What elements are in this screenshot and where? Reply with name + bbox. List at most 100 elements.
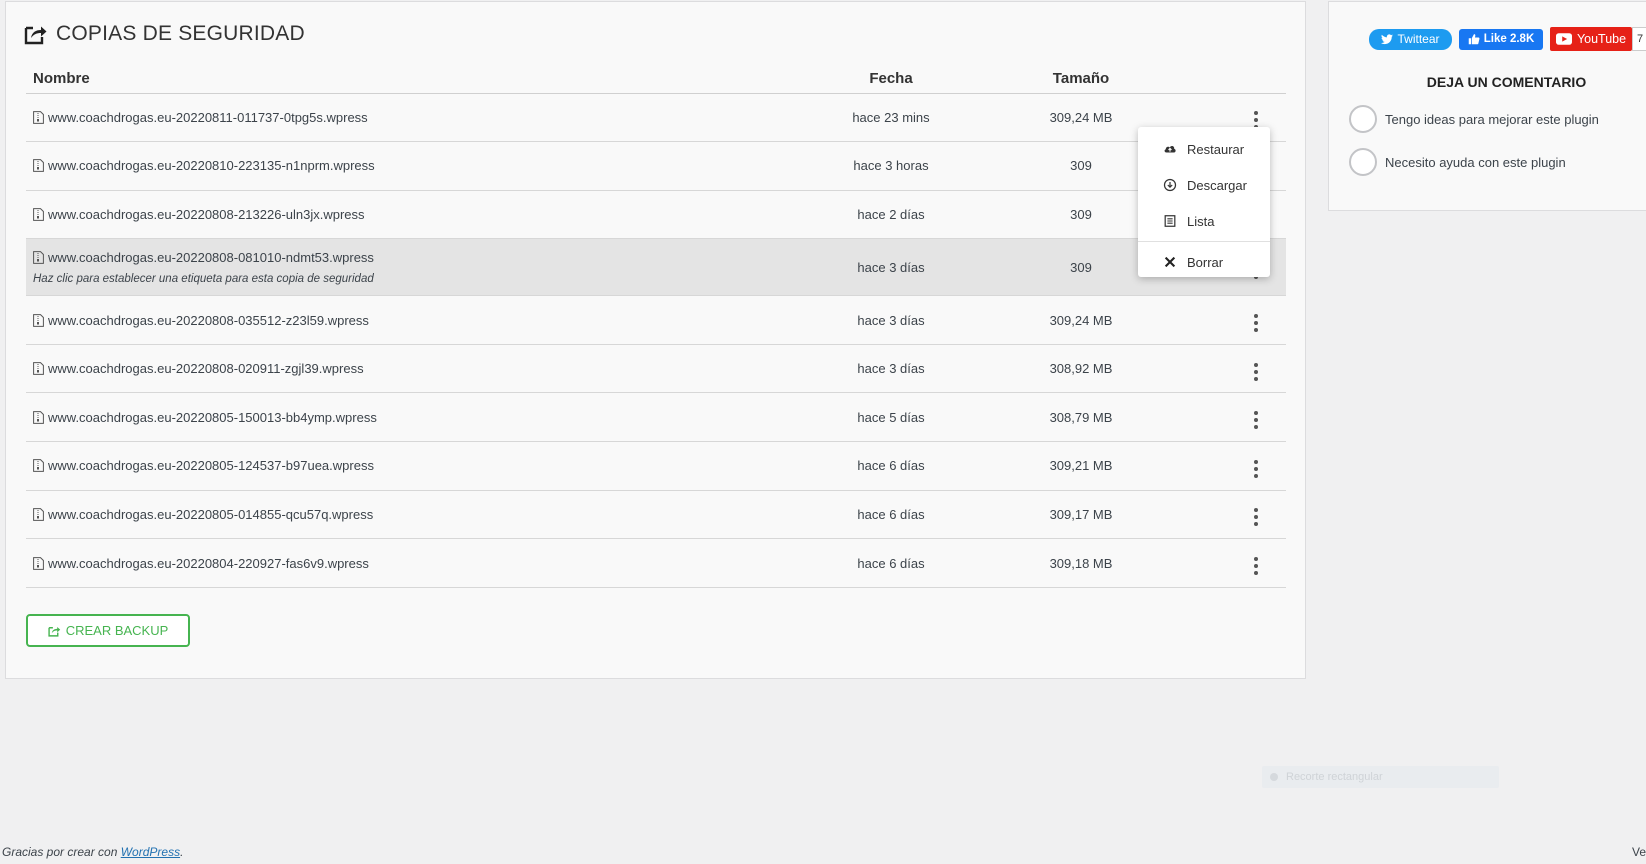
- cell-date: hace 3 horas: [796, 141, 986, 191]
- cell-date: hace 6 días: [796, 538, 986, 588]
- table-row: www.coachdrogas.eu-20220805-014855-qcu57…: [26, 490, 1286, 540]
- facebook-like-button[interactable]: Like 2.8K: [1459, 28, 1543, 50]
- menu-item-restore[interactable]: Restaurar: [1138, 131, 1270, 167]
- column-header-date: Fecha: [796, 64, 986, 94]
- export-icon: [24, 26, 47, 45]
- cell-size: 309,24 MB: [986, 295, 1176, 345]
- cell-date: hace 2 días: [796, 190, 986, 240]
- radio-circle-icon[interactable]: [1349, 148, 1377, 176]
- cell-actions: [1176, 392, 1286, 443]
- table-header: Nombre Fecha Tamaño: [26, 64, 1286, 94]
- overlay-label: Recorte rectangular: [1286, 771, 1383, 783]
- table-row: www.coachdrogas.eu-20220808-035512-z23l5…: [26, 295, 1286, 345]
- cell-actions: [1176, 490, 1286, 540]
- youtube-label: YouTube: [1576, 32, 1627, 46]
- thumbs-up-icon: [1468, 34, 1480, 45]
- backup-filename[interactable]: www.coachdrogas.eu-20220804-220927-fas6v…: [48, 556, 369, 571]
- filename-wrap: www.coachdrogas.eu-20220808-020911-zgjl3…: [33, 361, 789, 376]
- backups-panel: COPIAS DE SEGURIDAD Nombre Fecha Tamaño …: [5, 1, 1306, 679]
- social-buttons: Twittear Like 2.8K YouTube 7: [1369, 27, 1646, 51]
- file-archive-icon: [33, 556, 44, 570]
- footer-suffix: .: [180, 845, 184, 859]
- feedback-option-help[interactable]: Necesito ayuda con este plugin: [1349, 148, 1566, 176]
- backups-table: Nombre Fecha Tamaño www.coachdrogas.eu-2…: [26, 64, 1286, 588]
- more-options-icon[interactable]: [1246, 506, 1266, 528]
- more-options-icon[interactable]: [1246, 409, 1266, 431]
- record-dot-icon: [1270, 773, 1278, 781]
- table-row: www.coachdrogas.eu-20220804-220927-fas6v…: [26, 538, 1286, 588]
- cell-filename: www.coachdrogas.eu-20220808-020911-zgjl3…: [26, 344, 796, 394]
- backup-filename[interactable]: www.coachdrogas.eu-20220808-035512-z23l5…: [48, 313, 369, 328]
- backup-filename[interactable]: www.coachdrogas.eu-20220805-014855-qcu57…: [48, 507, 373, 522]
- twitter-label: Twittear: [1397, 32, 1440, 46]
- menu-item-download[interactable]: Descargar: [1138, 167, 1270, 203]
- backup-filename[interactable]: www.coachdrogas.eu-20220811-011737-0tpg5…: [48, 110, 368, 125]
- filename-wrap: www.coachdrogas.eu-20220810-223135-n1npr…: [33, 158, 789, 173]
- create-backup-button[interactable]: CREAR BACKUP: [26, 614, 190, 647]
- cell-filename: www.coachdrogas.eu-20220808-081010-ndmt5…: [26, 238, 796, 297]
- cell-date: hace 3 días: [796, 344, 986, 394]
- cell-date: hace 5 días: [796, 392, 986, 443]
- menu-item-list[interactable]: Lista: [1138, 203, 1270, 239]
- footer-text: Gracias por crear con: [2, 845, 121, 859]
- cell-size: 308,92 MB: [986, 344, 1176, 394]
- table-row: www.coachdrogas.eu-20220805-150013-bb4ym…: [26, 392, 1286, 443]
- filename-wrap: www.coachdrogas.eu-20220808-081010-ndmt5…: [33, 250, 789, 265]
- cell-date: hace 6 días: [796, 441, 986, 491]
- filename-wrap: www.coachdrogas.eu-20220805-014855-qcu57…: [33, 507, 789, 522]
- close-icon: [1164, 256, 1176, 268]
- cell-filename: www.coachdrogas.eu-20220805-124537-b97ue…: [26, 441, 796, 491]
- more-options-icon[interactable]: [1246, 361, 1266, 383]
- feedback-option-label: Tengo ideas para mejorar este plugin: [1385, 111, 1599, 127]
- cell-actions: [1176, 295, 1286, 345]
- backup-filename[interactable]: www.coachdrogas.eu-20220805-150013-bb4ym…: [48, 410, 377, 425]
- cell-size: 308,79 MB: [986, 392, 1176, 443]
- filename-wrap: www.coachdrogas.eu-20220808-213226-uln3j…: [33, 207, 789, 222]
- cell-date: hace 3 días: [796, 295, 986, 345]
- filename-wrap: www.coachdrogas.eu-20220805-124537-b97ue…: [33, 458, 789, 473]
- more-options-icon[interactable]: [1246, 312, 1266, 334]
- filename-wrap: www.coachdrogas.eu-20220804-220927-fas6v…: [33, 556, 789, 571]
- menu-item-label: Borrar: [1187, 254, 1224, 270]
- file-archive-icon: [33, 410, 44, 424]
- backup-filename[interactable]: www.coachdrogas.eu-20220808-020911-zgjl3…: [48, 361, 364, 376]
- cell-date: hace 6 días: [796, 490, 986, 540]
- comment-title: DEJA UN COMENTARIO: [1426, 74, 1587, 90]
- backup-filename[interactable]: www.coachdrogas.eu-20220810-223135-n1npr…: [48, 158, 375, 173]
- backup-filename[interactable]: www.coachdrogas.eu-20220805-124537-b97ue…: [48, 458, 374, 473]
- column-header-name: Nombre: [26, 64, 796, 94]
- twitter-button[interactable]: Twittear: [1369, 28, 1452, 50]
- cell-filename: www.coachdrogas.eu-20220805-150013-bb4ym…: [26, 392, 796, 443]
- file-archive-icon: [33, 313, 44, 327]
- cell-size: 309,18 MB: [986, 538, 1176, 588]
- backup-filename[interactable]: www.coachdrogas.eu-20220808-213226-uln3j…: [48, 207, 365, 222]
- cell-filename: www.coachdrogas.eu-20220804-220927-fas6v…: [26, 538, 796, 588]
- cell-size: 309,17 MB: [986, 490, 1176, 540]
- facebook-label: Like 2.8K: [1483, 33, 1535, 45]
- feedback-option-label: Necesito ayuda con este plugin: [1385, 154, 1566, 170]
- feedback-option-ideas[interactable]: Tengo ideas para mejorar este plugin: [1349, 105, 1599, 133]
- file-archive-icon: [33, 250, 44, 264]
- more-options-icon[interactable]: [1246, 458, 1266, 480]
- filename-wrap: www.coachdrogas.eu-20220808-035512-z23l5…: [33, 313, 789, 328]
- youtube-subscribe-button[interactable]: YouTube: [1550, 27, 1632, 51]
- set-label-hint[interactable]: Haz clic para establecer una etiqueta pa…: [33, 273, 789, 285]
- radio-circle-icon[interactable]: [1349, 105, 1377, 133]
- file-archive-icon: [33, 159, 44, 173]
- cell-filename: www.coachdrogas.eu-20220808-035512-z23l5…: [26, 295, 796, 345]
- table-row: www.coachdrogas.eu-20220810-223135-n1npr…: [26, 141, 1286, 191]
- cell-actions: [1176, 441, 1286, 491]
- wordpress-link[interactable]: WordPress: [121, 845, 180, 859]
- backup-filename[interactable]: www.coachdrogas.eu-20220808-081010-ndmt5…: [48, 250, 374, 265]
- column-header-size: Tamaño: [986, 64, 1176, 94]
- table-row: www.coachdrogas.eu-20220808-213226-uln3j…: [26, 190, 1286, 240]
- cell-filename: www.coachdrogas.eu-20220810-223135-n1npr…: [26, 141, 796, 191]
- menu-item-label: Descargar: [1187, 177, 1247, 193]
- create-backup-label: CREAR BACKUP: [65, 623, 169, 638]
- menu-item-delete[interactable]: Borrar: [1138, 244, 1270, 280]
- column-header-actions: [1176, 64, 1286, 94]
- more-options-icon[interactable]: [1246, 555, 1266, 577]
- youtube-play-icon: [1555, 33, 1572, 45]
- download-circle-icon: [1163, 178, 1177, 192]
- filename-wrap: www.coachdrogas.eu-20220811-011737-0tpg5…: [33, 110, 789, 125]
